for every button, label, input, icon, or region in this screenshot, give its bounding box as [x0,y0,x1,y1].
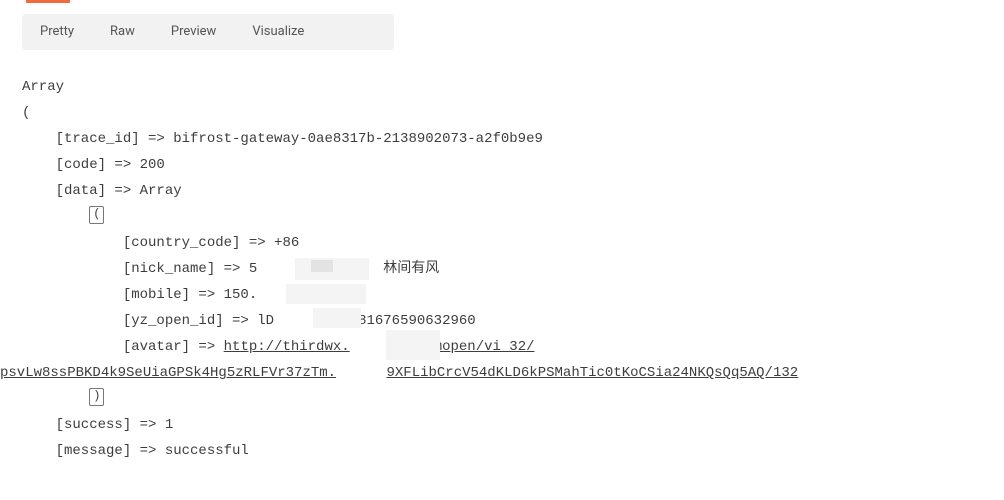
code-line: ( [22,100,1004,126]
avatar-url[interactable]: psvLw8ssPBKD4k9SeUiaGPSk4Hg5zRLFVr37zTm. [0,365,336,381]
code-line: [data] => Array [22,178,1004,204]
code-line: [message] => successful [22,438,1004,464]
code-line: ( [22,204,1004,230]
code-line: Array [22,74,1004,100]
avatar-url[interactable]: http://thirdwx. [224,339,350,355]
code-line: [avatar] => http://thirdwx. cn/mmopen/vi… [22,334,1004,360]
tab-visualize[interactable]: Visualize [234,14,322,50]
code-line: [mobile] => 150. [22,282,1004,308]
avatar-url[interactable]: 9XFLibCrcV54dKLD6kPSMahTic0tKoCSia24NKQs… [386,365,798,381]
response-body: Array ( [trace_id] => bifrost-gateway-0a… [22,74,1004,464]
code-line: [trace_id] => bifrost-gateway-0ae8317b-2… [22,126,1004,152]
redaction [313,308,361,328]
response-view-tabs: Pretty Raw Preview Visualize [22,14,394,50]
redaction [311,260,333,272]
tab-pretty[interactable]: Pretty [22,14,92,50]
code-line: [code] => 200 [22,152,1004,178]
code-line: [success] => 1 [22,412,1004,438]
collapse-toggle-open[interactable]: ( [89,206,104,224]
code-line: [nick_name] => 5 林间有风 [22,256,1004,282]
code-line: ) [22,386,1004,412]
code-line: [yz_open_id] => lD 87581676590632960 [22,308,1004,334]
active-tab-indicator [26,0,70,3]
collapse-toggle-close[interactable]: ) [89,388,104,406]
code-line: psvLw8ssPBKD4k9SeUiaGPSk4Hg5zRLFVr37zTm.… [0,360,1004,386]
redaction [386,330,440,360]
tab-preview[interactable]: Preview [153,14,234,50]
code-line: [country_code] => +86 [22,230,1004,256]
redaction [286,284,366,304]
tab-raw[interactable]: Raw [92,14,153,50]
